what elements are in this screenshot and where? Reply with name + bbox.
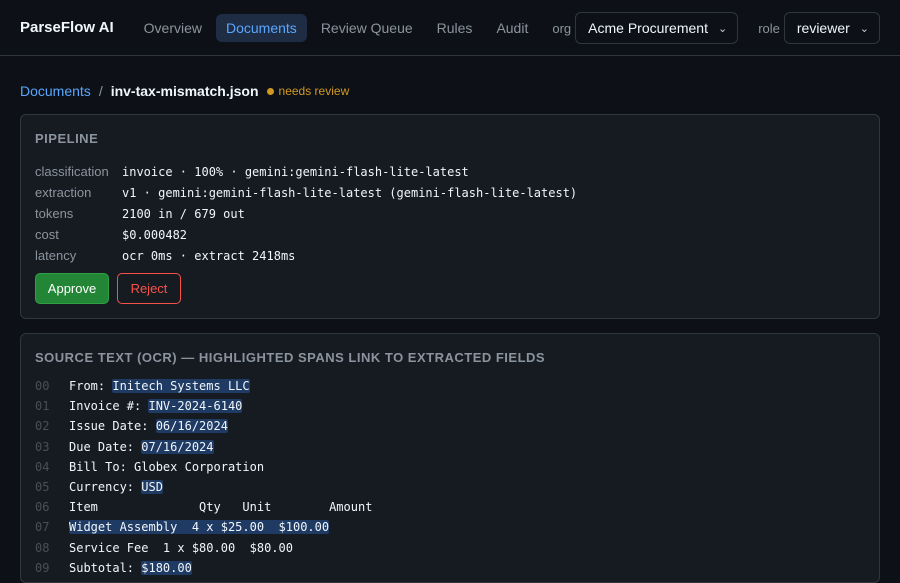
pipeline-title: PIPELINE bbox=[35, 131, 99, 146]
pipeline-panel: PIPELINE classification invoice · 100% ·… bbox=[20, 114, 880, 319]
pipeline-row: extraction v1 · gemini:gemini-flash-lite… bbox=[35, 182, 577, 203]
org-label: org bbox=[552, 20, 572, 36]
source-text: Currency: bbox=[69, 480, 142, 495]
source-text-title: SOURCE TEXT (OCR) — HIGHLIGHTED SPANS LI… bbox=[35, 350, 546, 365]
source-line: 00 From: Initech Systems LLC bbox=[35, 376, 372, 396]
role-label: role bbox=[758, 20, 780, 36]
chevron-down-icon: ⌄ bbox=[859, 22, 869, 35]
line-number: 09 bbox=[35, 560, 50, 575]
source-text-lines: 00 From: Initech Systems LLC 01 Invoice #: … bbox=[35, 376, 372, 578]
line-number: 01 bbox=[35, 399, 50, 414]
source-line: 07 Widget Assembly 4 x $25.00 $100.00 bbox=[35, 517, 372, 537]
line-number: 00 bbox=[35, 379, 50, 394]
line-number: 07 bbox=[35, 520, 50, 535]
org-select-value: Acme Procurement bbox=[588, 20, 708, 36]
pipeline-row: latency ocr 0ms · extract 2418ms bbox=[35, 245, 577, 266]
pipeline-row: cost $0.000482 bbox=[35, 224, 577, 245]
pipeline-value: invoice · 100% · gemini:gemini-flash-lit… bbox=[122, 164, 469, 179]
status-badge: needs review bbox=[278, 84, 350, 98]
pipeline-row: classification invoice · 100% · gemini:g… bbox=[35, 161, 577, 182]
highlighted-span[interactable]: USD bbox=[141, 480, 163, 495]
source-text: Invoice #: bbox=[69, 399, 149, 414]
status-dot-icon bbox=[266, 87, 274, 95]
pipeline-value: v1 · gemini:gemini-flash-lite-latest (ge… bbox=[122, 185, 578, 200]
highlighted-span[interactable]: Initech Systems LLC bbox=[112, 379, 250, 394]
pipeline-value: $0.000482 bbox=[122, 227, 188, 242]
source-line: 06 Item Qty Unit Amount bbox=[35, 497, 372, 517]
role-select-value: reviewer bbox=[796, 20, 850, 36]
source-text: Issue Date: bbox=[69, 419, 156, 434]
header-controls: org Acme Procurement ⌄ role reviewer ⌄ bbox=[552, 12, 880, 44]
line-number: 04 bbox=[35, 459, 50, 474]
source-line: 08 Service Fee 1 x $80.00 $80.00 bbox=[35, 538, 372, 558]
source-text: Bill To: Globex Corporation bbox=[69, 459, 265, 474]
highlighted-span[interactable]: 07/16/2024 bbox=[141, 439, 214, 454]
highlighted-span[interactable]: 06/16/2024 bbox=[155, 419, 228, 434]
pipeline-key: cost bbox=[35, 227, 59, 242]
nav-rules[interactable]: Rules bbox=[427, 14, 483, 42]
pipeline-value: 2100 in / 679 out bbox=[122, 206, 245, 221]
nav-overview[interactable]: Overview bbox=[134, 14, 212, 42]
review-actions: Approve Reject bbox=[35, 273, 181, 304]
org-select[interactable]: Acme Procurement ⌄ bbox=[575, 12, 739, 44]
brand-logo[interactable]: ParseFlow AI bbox=[20, 19, 114, 36]
pipeline-value: ocr 0ms · extract 2418ms bbox=[122, 248, 296, 263]
nav-audit[interactable]: Audit bbox=[486, 14, 538, 42]
highlighted-span[interactable]: INV-2024-6140 bbox=[148, 399, 243, 414]
top-bar: ParseFlow AI Overview Documents Review Q… bbox=[0, 0, 900, 56]
line-number: 08 bbox=[35, 540, 50, 555]
source-line: 03 Due Date: 07/16/2024 bbox=[35, 437, 372, 457]
highlighted-span[interactable]: $180.00 bbox=[141, 560, 192, 575]
pipeline-row: tokens 2100 in / 679 out bbox=[35, 203, 577, 224]
pipeline-key: classification bbox=[35, 164, 109, 179]
nav-documents[interactable]: Documents bbox=[216, 13, 307, 42]
pipeline-key: latency bbox=[35, 248, 77, 263]
source-text: Due Date: bbox=[69, 439, 142, 454]
highlighted-span[interactable]: Widget Assembly 4 x $25.00 $100.00 bbox=[69, 520, 330, 535]
source-line: 01 Invoice #: INV-2024-6140 bbox=[35, 396, 372, 416]
source-text: From: bbox=[69, 379, 113, 394]
pipeline-key: tokens bbox=[35, 206, 74, 221]
breadcrumb: Documents / inv-tax-mismatch.json needs … bbox=[20, 83, 349, 99]
breadcrumb-current: inv-tax-mismatch.json bbox=[110, 83, 259, 99]
nav-review-queue[interactable]: Review Queue bbox=[311, 14, 423, 42]
source-text-panel: SOURCE TEXT (OCR) — HIGHLIGHTED SPANS LI… bbox=[20, 333, 880, 583]
reject-button[interactable]: Reject bbox=[117, 273, 181, 304]
line-number: 05 bbox=[35, 480, 50, 495]
source-line: 04 Bill To: Globex Corporation bbox=[35, 457, 372, 477]
source-text: Service Fee 1 x $80.00 $80.00 bbox=[69, 540, 293, 555]
line-number: 06 bbox=[35, 500, 50, 515]
approve-button[interactable]: Approve bbox=[35, 273, 109, 304]
pipeline-key: extraction bbox=[35, 185, 92, 200]
main-nav: Overview Documents Review Queue Rules Au… bbox=[134, 13, 543, 42]
source-line: 09 Subtotal: $180.00 bbox=[35, 558, 372, 578]
line-number: 02 bbox=[35, 419, 50, 434]
line-number: 03 bbox=[35, 439, 50, 454]
breadcrumb-separator: / bbox=[98, 83, 103, 99]
chevron-down-icon: ⌄ bbox=[717, 22, 728, 35]
source-line: 05 Currency: USD bbox=[35, 477, 372, 497]
pipeline-details: classification invoice · 100% · gemini:g… bbox=[35, 161, 577, 266]
source-text: Item Qty Unit Amount bbox=[69, 500, 373, 515]
breadcrumb-documents-link[interactable]: Documents bbox=[20, 83, 91, 99]
role-select[interactable]: reviewer ⌄ bbox=[783, 12, 880, 44]
source-line: 02 Issue Date: 06/16/2024 bbox=[35, 416, 372, 436]
source-text: Subtotal: bbox=[69, 560, 142, 575]
